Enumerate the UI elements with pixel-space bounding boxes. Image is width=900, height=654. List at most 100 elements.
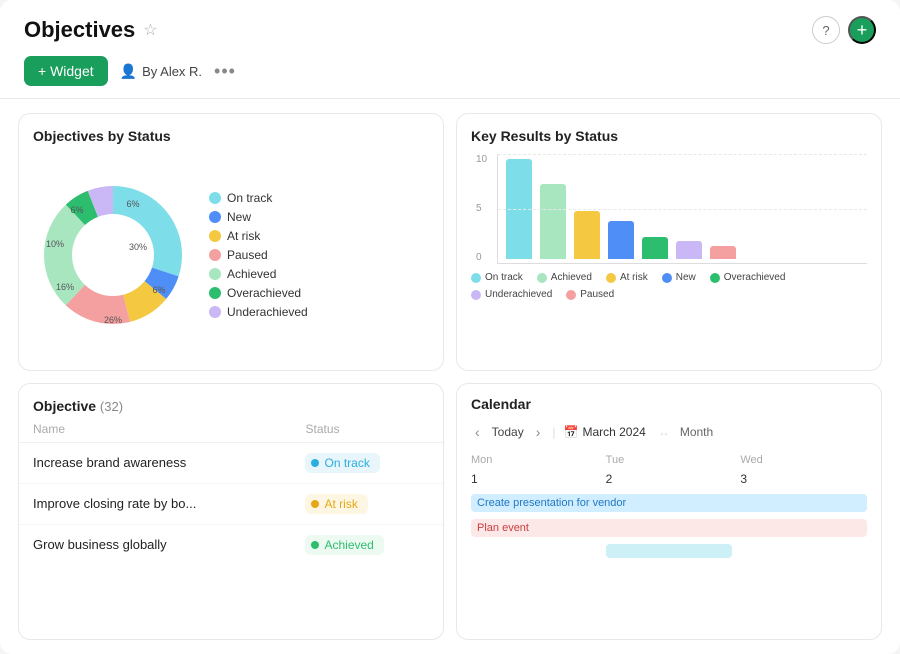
- event-plan[interactable]: Plan event: [471, 519, 867, 537]
- bar-paused: [710, 246, 736, 259]
- bars-container: 10 5 0: [497, 154, 867, 264]
- prev-month-button[interactable]: ‹: [471, 422, 484, 442]
- svg-text:16%: 16%: [56, 282, 74, 292]
- bar-overachieved: [642, 237, 668, 259]
- add-button[interactable]: +: [848, 16, 876, 44]
- calendar-grid: Mon Tue Wed 1 2 3: [471, 452, 867, 490]
- day-2: 2: [606, 470, 733, 490]
- bar-legend-dot-ontrack: [471, 273, 481, 283]
- objectives-list-header: Objective (32): [19, 384, 443, 414]
- main-grid: Objectives by Status: [0, 99, 900, 654]
- donut-chart: 30% 6% 6% 10% 16% 26% 6%: [33, 175, 193, 335]
- svg-text:10%: 10%: [46, 239, 64, 249]
- svg-text:6%: 6%: [70, 205, 83, 215]
- user-label: By Alex R.: [142, 64, 202, 79]
- calendar-events: Create presentation for vendor Plan even…: [471, 494, 867, 561]
- legend-dot-overachieved: [209, 287, 221, 299]
- donut-legend: On track New At risk Paused: [209, 191, 308, 319]
- calendar-view[interactable]: Month: [680, 425, 713, 439]
- day-header-wed: Wed: [740, 452, 867, 470]
- month-label: March 2024: [582, 425, 645, 439]
- bar-legend: On track Achieved At risk New: [471, 272, 867, 300]
- y-label-10: 10: [476, 154, 487, 165]
- today-label[interactable]: Today: [492, 425, 524, 439]
- obj-name-2: Improve closing rate by bo...: [19, 483, 291, 524]
- day-3: 3: [740, 470, 867, 490]
- donut-labels: 30% 6% 6% 10% 16% 26% 6%: [33, 175, 193, 335]
- calendar-title: Calendar: [471, 396, 867, 412]
- more-button[interactable]: •••: [214, 61, 236, 82]
- bar-legend-underachieved: Underachieved: [471, 289, 552, 300]
- next-month-button[interactable]: ›: [532, 422, 545, 442]
- star-icon[interactable]: ☆: [143, 20, 157, 40]
- bar-legend-label-paused: Paused: [580, 289, 614, 300]
- calendar-icon: 📅: [564, 425, 579, 439]
- legend-label-achieved: Achieved: [227, 267, 276, 281]
- legend-label-paused: Paused: [227, 248, 268, 262]
- col-status-header: Status: [291, 414, 443, 443]
- bar-chart-area: 10 5 0: [471, 154, 867, 356]
- legend-dot-paused: [209, 249, 221, 261]
- help-button[interactable]: ?: [812, 16, 840, 44]
- grid-line-10: [498, 154, 867, 155]
- day-header-tue: Tue: [606, 452, 733, 470]
- legend-overachieved: Overachieved: [209, 286, 308, 300]
- bar-legend-new: New: [662, 272, 696, 283]
- status-badge-atrisk: At risk: [305, 494, 367, 514]
- status-label: On track: [324, 456, 369, 470]
- obj-status-3: Achieved: [291, 524, 443, 565]
- legend-dot-underachieved: [209, 306, 221, 318]
- event-label-2: Plan event: [477, 522, 529, 534]
- event-label-1: Create presentation for vendor: [477, 497, 626, 509]
- objectives-count: (32): [100, 399, 123, 414]
- legend-ontrack: On track: [209, 191, 308, 205]
- col-name-header: Name: [19, 414, 291, 443]
- table-row[interactable]: Grow business globally Achieved: [19, 524, 443, 565]
- y-label-5: 5: [476, 203, 487, 214]
- legend-dot-ontrack: [209, 192, 221, 204]
- status-badge-ontrack: On track: [305, 453, 379, 473]
- status-badge-achieved: Achieved: [305, 535, 383, 555]
- bar-legend-label-atrisk: At risk: [620, 272, 648, 283]
- grid-line-5: [498, 209, 867, 210]
- svg-text:30%: 30%: [129, 242, 147, 252]
- bar-achieved: [540, 184, 566, 259]
- bar-legend-label-underachieved: Underachieved: [485, 289, 552, 300]
- status-dot: [311, 459, 319, 467]
- svg-text:6%: 6%: [126, 199, 139, 209]
- legend-label-new: New: [227, 210, 251, 224]
- table-row[interactable]: Increase brand awareness On track: [19, 442, 443, 483]
- legend-label-ontrack: On track: [227, 191, 272, 205]
- obj-name-3: Grow business globally: [19, 524, 291, 565]
- event-create-presentation[interactable]: Create presentation for vendor: [471, 494, 867, 512]
- status-label: At risk: [324, 497, 357, 511]
- bar-legend-dot-new: [662, 273, 672, 283]
- bar-legend-ontrack: On track: [471, 272, 523, 283]
- day-1: 1: [471, 470, 598, 490]
- status-label: Achieved: [324, 538, 373, 552]
- bar-underachieved: [676, 241, 702, 259]
- status-dot: [311, 541, 319, 549]
- obj-status-2: At risk: [291, 483, 443, 524]
- objectives-table: Name Status Increase brand awareness On …: [19, 414, 443, 565]
- svg-text:26%: 26%: [104, 315, 122, 325]
- event-teal[interactable]: [606, 544, 733, 558]
- bar-legend-dot-paused: [566, 290, 576, 300]
- legend-dot-new: [209, 211, 221, 223]
- bar-atrisk: [574, 211, 600, 259]
- user-icon: 👤: [120, 63, 137, 80]
- legend-underachieved: Underachieved: [209, 305, 308, 319]
- table-row[interactable]: Improve closing rate by bo... At risk: [19, 483, 443, 524]
- legend-paused: Paused: [209, 248, 308, 262]
- widget-button[interactable]: + Widget: [24, 56, 108, 86]
- bar-legend-label-new: New: [676, 272, 696, 283]
- objectives-by-status-card: Objectives by Status: [18, 113, 444, 371]
- legend-label-overachieved: Overachieved: [227, 286, 301, 300]
- toolbar: + Widget 👤 By Alex R. •••: [0, 52, 900, 99]
- legend-new: New: [209, 210, 308, 224]
- bar-card-title: Key Results by Status: [471, 128, 867, 144]
- calendar-nav: ‹ Today › | 📅 March 2024 ↔ Month: [471, 422, 867, 442]
- bar-legend-overachieved: Overachieved: [710, 272, 786, 283]
- legend-label-underachieved: Underachieved: [227, 305, 308, 319]
- day-header-mon: Mon: [471, 452, 598, 470]
